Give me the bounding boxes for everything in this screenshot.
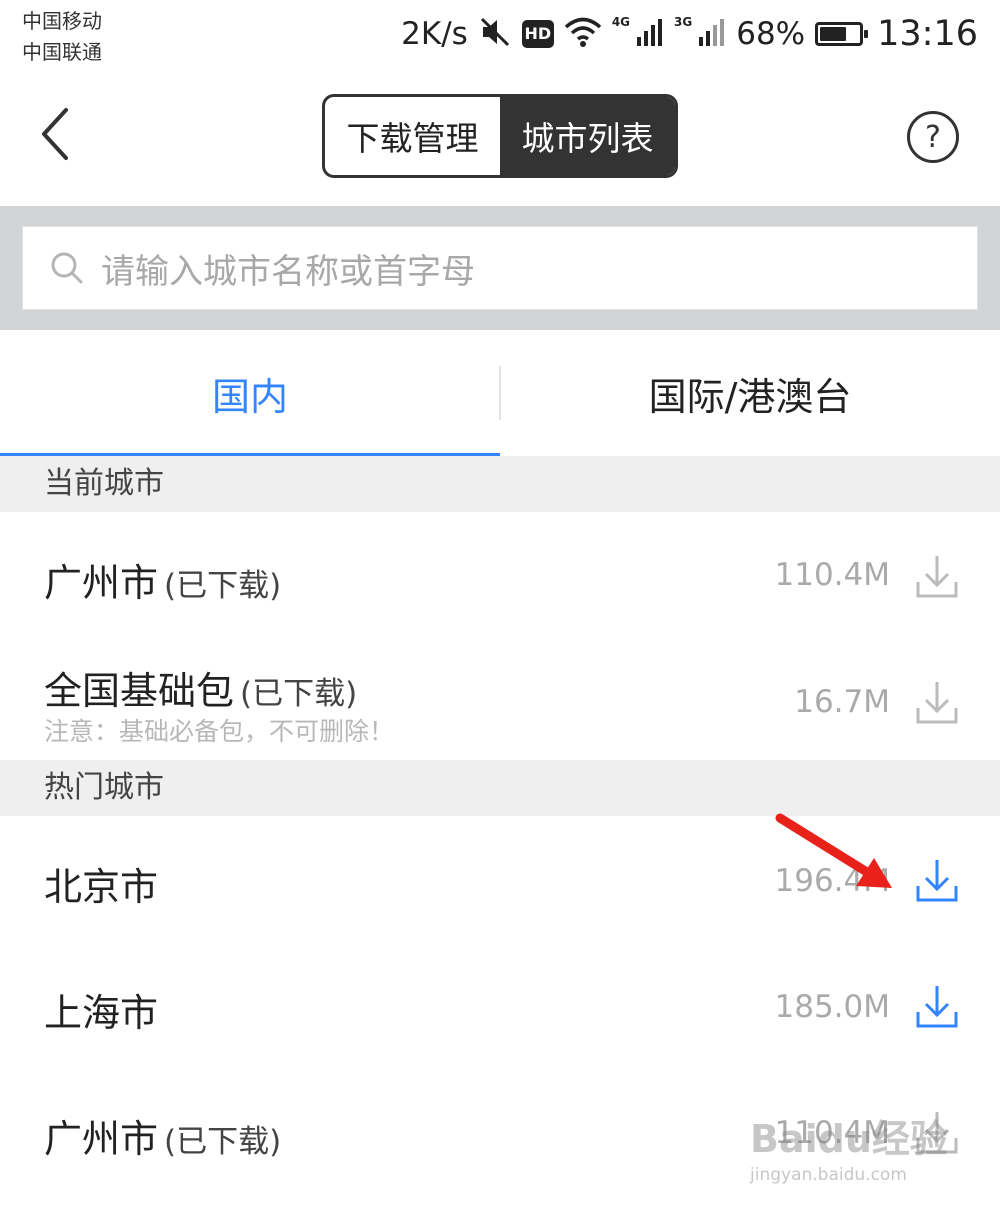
tab-divider xyxy=(499,366,501,420)
watermark-sub: jingyan.baidu.com xyxy=(750,1165,907,1185)
city-row-national-base[interactable]: 全国基础包 (已下载) 注意：基础必备包，不可删除！ 16.7M xyxy=(0,628,1000,760)
download-icon[interactable] xyxy=(912,552,962,602)
baidu-watermark: Baidu经验 jingyan.baidu.com xyxy=(750,1108,970,1218)
carrier-info: 中国移动 中国联通 xyxy=(22,6,102,68)
city-size: 196.4M xyxy=(774,863,891,899)
city-name-label: 北京市 xyxy=(44,856,158,911)
search-input[interactable]: 请输入城市名称或首字母 xyxy=(22,226,978,310)
city-name-label: 广州市 (已下载) xyxy=(44,552,281,607)
download-icon[interactable] xyxy=(912,856,962,906)
city-size: 16.7M xyxy=(794,684,890,720)
city-size: 185.0M xyxy=(774,989,891,1025)
download-icon[interactable] xyxy=(912,678,962,728)
status-icons: 2K/s HD 4G 3G 68% 13:16 xyxy=(401,12,978,56)
city-row-shanghai[interactable]: 上海市 185.0M xyxy=(0,942,1000,1068)
section-current-city: 当前城市 xyxy=(0,456,1000,512)
back-button[interactable] xyxy=(26,102,86,166)
carrier-2: 中国联通 xyxy=(22,40,102,64)
net-3g-label: 3G xyxy=(674,15,693,29)
download-icon[interactable] xyxy=(912,982,962,1032)
city-name-label: 上海市 xyxy=(44,982,158,1037)
signal-icon xyxy=(636,17,664,51)
city-name-label: 广州市 (已下载) xyxy=(44,1108,281,1163)
city-name: 全国基础包 xyxy=(44,669,235,713)
city-status: (已下载) xyxy=(240,676,358,712)
search-icon xyxy=(47,248,87,288)
city-size: 110.4M xyxy=(774,557,891,593)
city-name: 广州市 xyxy=(44,1117,159,1161)
city-name-label: 全国基础包 (已下载) xyxy=(44,660,357,715)
chevron-left-icon xyxy=(42,108,68,160)
clock: 13:16 xyxy=(877,14,978,54)
help-button[interactable]: ? xyxy=(907,111,959,163)
city-status: (已下载) xyxy=(164,568,282,604)
page: 中国移动 中国联通 2K/s HD 4G 3G 68% 13:16 下载管理 城… xyxy=(0,0,1000,1218)
net-4g-label: 4G xyxy=(611,15,631,29)
city-name: 北京市 xyxy=(44,865,159,909)
watermark-main: Baidu经验 xyxy=(750,1117,948,1161)
segment-city-list[interactable]: 城市列表 xyxy=(500,97,675,175)
city-status: (已下载) xyxy=(164,1124,282,1160)
mute-icon xyxy=(478,15,512,53)
city-note: 注意：基础必备包，不可删除！ xyxy=(44,717,395,746)
region-tabs: 国内 国际/港澳台 xyxy=(0,330,1000,456)
battery-fill xyxy=(820,27,847,41)
signal-icon-2 xyxy=(698,17,726,51)
tab-international[interactable]: 国际/港澳台 xyxy=(500,330,1000,456)
carrier-1: 中国移动 xyxy=(22,9,102,33)
search-placeholder: 请输入城市名称或首字母 xyxy=(101,251,475,292)
hd-badge: HD xyxy=(521,20,554,48)
city-row-beijing[interactable]: 北京市 196.4M xyxy=(0,816,1000,942)
city-name: 广州市 xyxy=(44,561,159,605)
tab-domestic[interactable]: 国内 xyxy=(0,330,500,456)
net-speed: 2K/s xyxy=(401,16,468,52)
city-row-current-guangzhou[interactable]: 广州市 (已下载) 110.4M xyxy=(0,512,1000,628)
search-area: 请输入城市名称或首字母 xyxy=(0,206,1000,330)
city-name: 上海市 xyxy=(44,991,159,1035)
wifi-icon xyxy=(564,16,602,52)
section-hot-cities: 热门城市 xyxy=(0,760,1000,816)
battery-icon xyxy=(815,22,869,46)
question-circle-icon: ? xyxy=(925,119,941,155)
segment-control: 下载管理 城市列表 xyxy=(322,94,678,178)
battery-percent: 68% xyxy=(736,16,806,52)
header: 下载管理 城市列表 ? xyxy=(0,78,1000,206)
status-bar: 中国移动 中国联通 2K/s HD 4G 3G 68% 13:16 xyxy=(0,0,1000,78)
segment-download-manager[interactable]: 下载管理 xyxy=(325,97,500,175)
